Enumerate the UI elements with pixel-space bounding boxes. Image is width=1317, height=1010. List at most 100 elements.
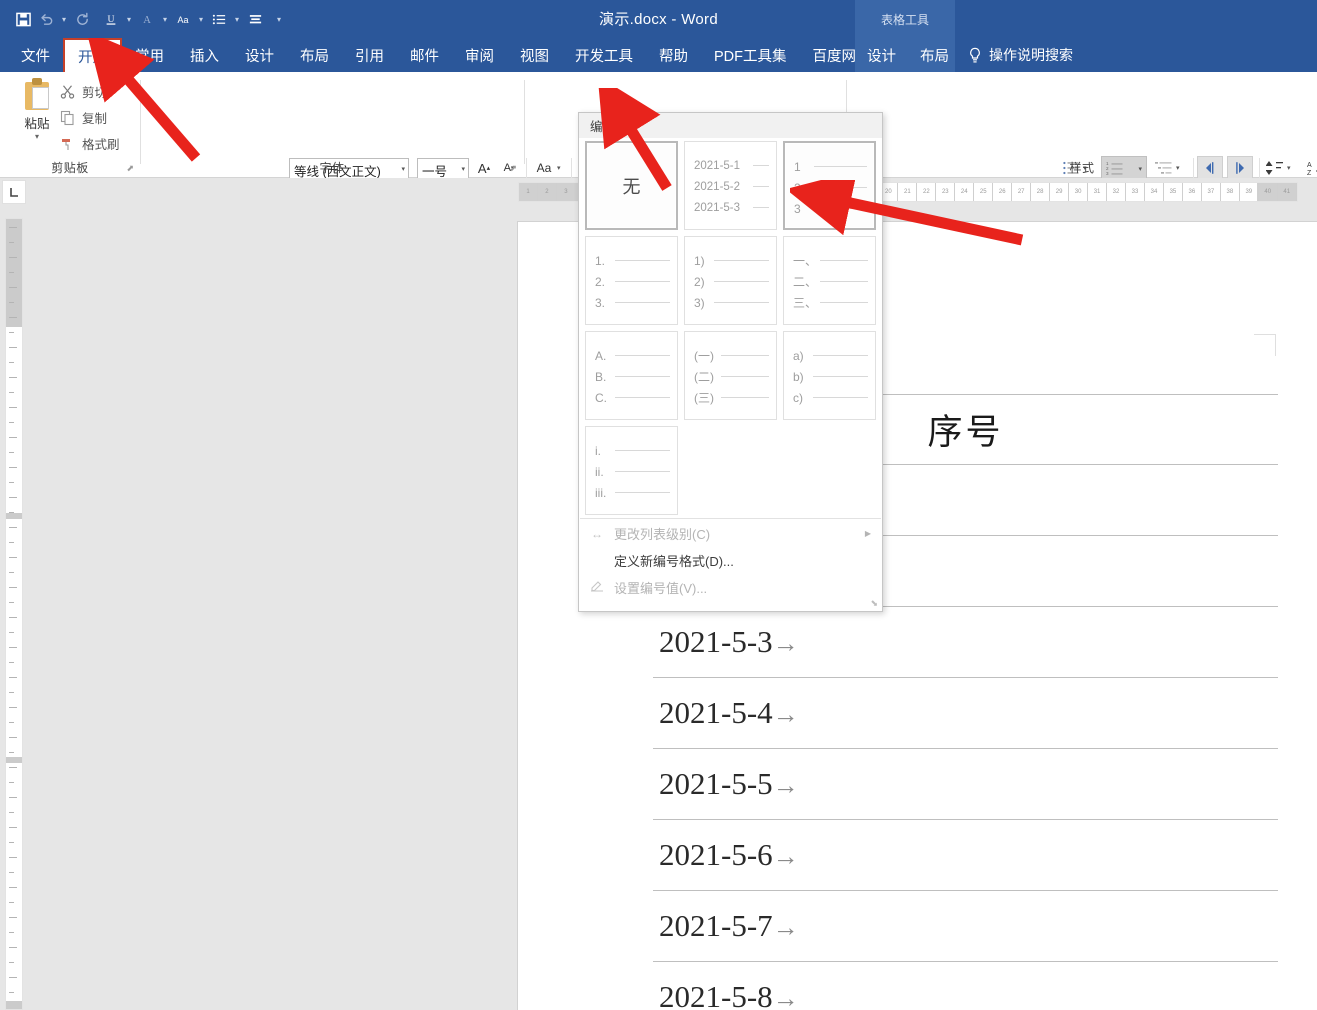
tab-mark-icon: → <box>772 984 799 1010</box>
table-row[interactable]: 2021-5-7→ <box>653 891 1278 962</box>
ruler-tick: 1 <box>519 183 538 201</box>
numbering-mark: B. <box>595 369 607 384</box>
numbering-rule <box>714 260 769 261</box>
table-row[interactable]: 2021-5-6→ <box>653 820 1278 891</box>
tab-mailings[interactable]: 邮件 <box>397 38 452 72</box>
ruler-tick: 38 <box>1221 183 1240 201</box>
ruler-tick: 35 <box>1164 183 1183 201</box>
ruler-tick: 29 <box>1050 183 1070 201</box>
numbering-option-arabic-dot[interactable]: 1. 2. 3. <box>585 236 678 325</box>
numbering-mark: C. <box>595 390 607 405</box>
contextual-tabs: 设计 布局 <box>855 38 955 72</box>
ruler-tick <box>9 227 17 228</box>
tell-me-label: 操作说明搜索 <box>989 47 1073 63</box>
tab-layout[interactable]: 布局 <box>287 38 342 72</box>
numbering-rule <box>615 260 670 261</box>
numbering-mark: i. <box>595 443 601 458</box>
indent-level-icon: ↔ <box>591 526 603 541</box>
numbering-rule <box>753 165 769 166</box>
numbering-mark: 2) <box>694 274 705 289</box>
table-cell: 2021-5-3→ <box>659 624 799 659</box>
numbering-rule <box>615 450 670 451</box>
paste-button[interactable]: 粘贴 ▾ <box>14 78 60 141</box>
numbering-mark: A. <box>595 348 607 363</box>
ruler-tick <box>9 242 14 243</box>
tab-design[interactable]: 设计 <box>232 38 287 72</box>
menu-item-set-numbering-value[interactable]: 设置编号值(V)... <box>580 574 883 601</box>
ruler-tick: 40 <box>1259 183 1278 201</box>
ruler-tick <box>9 422 14 423</box>
ruler-tick <box>9 332 14 333</box>
table-cell: 2021-5-5→ <box>659 766 799 801</box>
numbering-mark: 2021-5-1 <box>694 159 741 172</box>
ruler-tick: 41 <box>1278 183 1297 201</box>
tab-file[interactable]: 文件 <box>8 38 63 72</box>
table-row[interactable]: 2021-5-5→ <box>653 749 1278 820</box>
tab-review[interactable]: 审阅 <box>452 38 507 72</box>
ruler-tick <box>9 317 17 318</box>
tab-pdf-tools[interactable]: PDF工具集 <box>701 38 800 72</box>
numbering-mark: iii. <box>595 485 607 500</box>
ruler-tick <box>9 407 17 408</box>
numbering-mark: 三、 <box>793 296 818 310</box>
tab-table-layout[interactable]: 布局 <box>908 38 961 72</box>
numbering-option-chinese-paren[interactable]: (一) (二) (三) <box>684 331 777 420</box>
numbering-rule <box>813 397 868 398</box>
numbering-rule <box>615 355 670 356</box>
ruler-tick <box>9 602 14 603</box>
ruler-tick <box>9 257 17 258</box>
table-row[interactable]: 2021-5-4→ <box>653 678 1278 749</box>
ruler-tick: 3 <box>557 183 576 201</box>
numbering-mark: (二) <box>694 370 714 384</box>
font-dialog-launcher[interactable]: ⬈ <box>509 163 517 174</box>
tab-table-design[interactable]: 设计 <box>855 38 908 72</box>
paste-label: 粘贴 <box>24 117 50 131</box>
numbering-rule <box>813 376 868 377</box>
ruler-tick <box>9 797 17 798</box>
resize-grip-icon[interactable]: ⬊ <box>870 598 878 609</box>
menu-item-change-list-level[interactable]: ↔ 更改列表级别(C) ▶ <box>580 520 883 547</box>
ruler-tick <box>9 452 14 453</box>
tab-help[interactable]: 帮助 <box>646 38 701 72</box>
numbering-mark: a) <box>793 348 804 363</box>
numbering-rule <box>753 186 769 187</box>
numbering-option-date[interactable]: 2021-5-1 2021-5-2 2021-5-3 <box>684 141 777 230</box>
ruler-tick <box>9 512 14 513</box>
numbering-rule <box>820 302 868 303</box>
tab-mark-icon: → <box>772 771 799 800</box>
table-row[interactable]: 2021-5-8→ <box>653 962 1278 1010</box>
tell-me-search[interactable]: 操作说明搜索 <box>968 38 1073 72</box>
tab-developer[interactable]: 开发工具 <box>562 38 646 72</box>
annotation-arrow-numbering-option <box>790 180 1024 246</box>
tab-mark-icon: → <box>772 700 799 729</box>
tab-references[interactable]: 引用 <box>342 38 397 72</box>
set-value-icon <box>580 580 614 596</box>
numbering-mark: 一、 <box>793 254 818 268</box>
tab-view[interactable]: 视图 <box>507 38 562 72</box>
vertical-ruler[interactable] <box>5 218 23 1010</box>
ruler-tick <box>9 767 17 768</box>
numbering-rule <box>714 281 769 282</box>
numbering-option-upper-alpha[interactable]: A. B. C. <box>585 331 678 420</box>
numbering-mark: b) <box>793 369 804 384</box>
numbering-mark: 2021-5-3 <box>694 201 741 214</box>
numbering-rule <box>820 281 868 282</box>
numbering-mark: c) <box>793 390 803 405</box>
menu-item-label: 更改列表级别(C) <box>614 527 711 542</box>
numbering-option-arabic-paren[interactable]: 1) 2) 3) <box>684 236 777 325</box>
numbering-mark: 1. <box>595 253 606 268</box>
menu-item-define-new-number-format[interactable]: 定义新编号格式(D)... <box>580 547 883 574</box>
numbering-mark: (三) <box>694 391 714 405</box>
numbering-option-lower-roman[interactable]: i. ii. iii. <box>585 426 678 515</box>
table-row[interactable]: 2021-5-3→ <box>653 607 1278 678</box>
paste-caret-icon[interactable]: ▾ <box>14 132 60 141</box>
styles-group-label: 样式 <box>1069 161 1095 175</box>
numbering-mark: 1 <box>794 159 801 174</box>
ruler-tick <box>9 842 14 843</box>
tab-stop-selector[interactable] <box>2 180 26 204</box>
word-window: ▾ U ▾ A ▾ Aa ▾ ▾ ▾ 演示.docx - Word 表格工具 文… <box>0 0 1317 1010</box>
ruler-tick <box>9 662 14 663</box>
ruler-tick <box>9 557 17 558</box>
numbering-rule <box>721 397 769 398</box>
numbering-option-lower-alpha[interactable]: a) b) c) <box>783 331 876 420</box>
